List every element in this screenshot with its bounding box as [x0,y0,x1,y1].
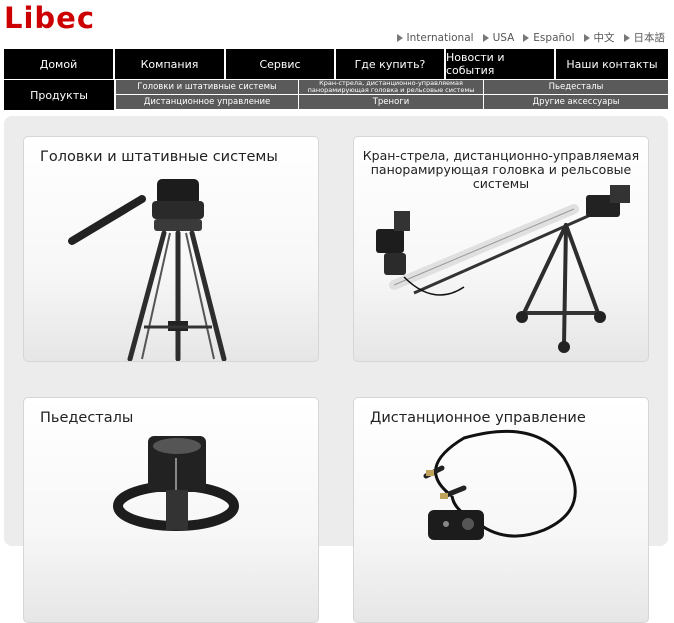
logo-text: Libec [4,4,95,32]
arrow-right-icon [482,33,489,42]
arrow-right-icon [583,33,590,42]
lang-espanol[interactable]: Español [523,30,575,45]
subnav-pedestals[interactable]: Пьедесталы [484,80,668,94]
nav-home[interactable]: Домой [4,49,113,79]
arrow-right-icon [523,33,530,42]
card-pedestals[interactable]: Пьедесталы [23,397,319,623]
subnav-remote-control[interactable]: Дистанционное управление [116,95,298,109]
arrow-right-icon [623,33,630,42]
card-title: Дистанционное управление [370,410,586,426]
card-title: Кран-стрела, дистанционно-управляемая па… [362,148,640,191]
lang-chinese[interactable]: 中文 [583,30,615,45]
products-subnav: Головки и штативные системы Кран-стрела,… [116,80,668,110]
nav-service[interactable]: Сервис [226,49,334,79]
subnav-heads-tripods[interactable]: Головки и штативные системы [116,80,298,94]
lang-usa[interactable]: USA [482,30,514,45]
nav-news[interactable]: Новости и события [446,49,554,79]
libec-logo[interactable]: Libec [4,4,126,32]
pedestal-image [113,436,239,531]
main-nav: Домой Компания Сервис Где купить? Новост… [4,49,668,79]
remote-control-image [423,429,577,540]
subnav-other-accessories[interactable]: Другие аксессуары [484,95,668,109]
nav-contacts[interactable]: Наши контакты [556,49,668,79]
subnav-crane-jib[interactable]: Кран-стрела, дистанционно-управляемая па… [299,80,483,94]
subnav-tripods[interactable]: Треноги [299,95,483,109]
nav-products[interactable]: Продукты [4,80,114,110]
lang-international[interactable]: International [396,30,474,45]
lang-japanese[interactable]: 日本語 [623,30,665,45]
tripod-head-image [68,179,227,361]
products-panel: Головки и штативные системы Кран-стрела,… [4,116,668,623]
language-links: International USA Español 中文 日本語 [396,30,665,45]
card-remote-control[interactable]: Дистанционное управление [353,397,649,623]
card-title: Головки и штативные системы [40,149,278,165]
nav-where-to-buy[interactable]: Где купить? [336,49,444,79]
nav-company[interactable]: Компания [115,49,224,79]
card-crane-jib[interactable]: Кран-стрела, дистанционно-управляемая па… [353,136,649,362]
card-heads-tripods[interactable]: Головки и штативные системы [23,136,319,362]
arrow-right-icon [396,33,403,42]
card-title: Пьедесталы [40,410,134,426]
